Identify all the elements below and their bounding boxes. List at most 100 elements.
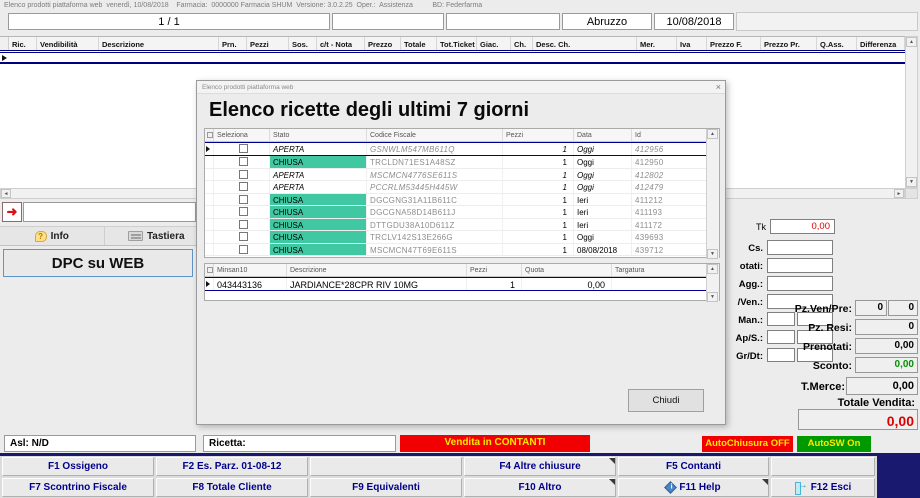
- scroll-left-icon[interactable]: ◄: [1, 189, 11, 198]
- column-header-giac-[interactable]: Giac.: [477, 37, 511, 50]
- prodotti-column-targatura[interactable]: Targatura: [612, 264, 708, 276]
- ricette-row[interactable]: CHIUSATRCLDN71ES1A48SZ1Oggi412950: [205, 156, 719, 169]
- column-header-c-t-nota[interactable]: c/t - Nota: [317, 37, 365, 50]
- column-header-descrizione[interactable]: Descrizione: [99, 37, 219, 50]
- prodotti-column-quota[interactable]: Quota: [522, 264, 612, 276]
- fkey-f11-help[interactable]: F11 Help: [618, 478, 769, 497]
- scroll-up-icon[interactable]: ▲: [707, 264, 718, 274]
- row-checkbox[interactable]: [239, 195, 248, 204]
- column-header-prezzo[interactable]: Prezzo: [365, 37, 401, 50]
- seleziona-cell[interactable]: [214, 181, 270, 193]
- row-checkbox[interactable]: [239, 220, 248, 229]
- ricette-column-stato[interactable]: Stato: [270, 129, 367, 141]
- seleziona-cell[interactable]: [214, 143, 270, 155]
- fkey-f12-esci[interactable]: F12 Esci: [771, 478, 875, 497]
- column-header-sos-[interactable]: Sos.: [289, 37, 317, 50]
- product-scan-input[interactable]: [23, 202, 196, 222]
- prodotti-column-pezzi[interactable]: Pezzi: [467, 264, 522, 276]
- prodotti-column-minsan10[interactable]: Minsan10: [214, 264, 287, 276]
- ricette-row[interactable]: CHIUSATRCLV142S13E266G1Oggi439693: [205, 231, 719, 244]
- column-header-q-ass-[interactable]: Q.Ass.: [817, 37, 857, 50]
- tk-field[interactable]: 0,00: [770, 219, 835, 234]
- agg-field[interactable]: [767, 276, 833, 291]
- column-header-tot-ticket[interactable]: Tot.Ticket: [437, 37, 477, 50]
- seleziona-cell[interactable]: [214, 206, 270, 218]
- fkey-f8-totale-cliente[interactable]: F8 Totale Cliente: [156, 478, 308, 497]
- ricette-row[interactable]: CHIUSADTTGDU38A10D611Z1Ieri411172: [205, 219, 719, 232]
- ricette-column-codice-fiscale[interactable]: Codice Fiscale: [367, 129, 503, 141]
- column-header-differenza[interactable]: Differenza: [857, 37, 905, 50]
- column-header-ch-[interactable]: Ch.: [511, 37, 533, 50]
- asl-field[interactable]: Asl: N/D: [4, 435, 196, 452]
- chiudi-button[interactable]: Chiudi: [628, 389, 704, 412]
- seleziona-cell[interactable]: [214, 194, 270, 206]
- id-cell: 412956: [632, 143, 708, 155]
- column-header-ric-[interactable]: Ric.: [9, 37, 37, 50]
- scroll-down-icon[interactable]: ▼: [707, 249, 718, 259]
- row-checkbox[interactable]: [239, 182, 248, 191]
- tab-tastiera[interactable]: Tastiera: [105, 227, 209, 245]
- row-checkbox[interactable]: [239, 232, 248, 241]
- prodotti-grid-scrollbar[interactable]: ▲ ▼: [706, 264, 719, 302]
- prodotti-column-descrizione[interactable]: Descrizione: [287, 264, 467, 276]
- fkey-f10-altro[interactable]: F10 Altro: [464, 478, 616, 497]
- ricette-column-data[interactable]: Data: [574, 129, 632, 141]
- seleziona-cell[interactable]: [214, 169, 270, 181]
- column-header-iva[interactable]: Iva: [677, 37, 707, 50]
- products-table-selected-row[interactable]: [0, 52, 905, 64]
- autosw-toggle[interactable]: AutoSW On: [797, 436, 871, 452]
- fkey-f1-ossigeno[interactable]: F1 Ossigeno: [2, 457, 154, 476]
- scroll-up-icon[interactable]: ▲: [707, 129, 718, 139]
- row-marker-cell: [205, 143, 214, 155]
- man-field-1[interactable]: [767, 312, 795, 326]
- tab-info[interactable]: ? Info: [0, 227, 105, 245]
- cs-field[interactable]: [767, 240, 833, 255]
- ricetta-field[interactable]: Ricetta:: [203, 435, 396, 452]
- row-checkbox[interactable]: [239, 157, 248, 166]
- scroll-right-icon[interactable]: ►: [894, 189, 904, 198]
- ricette-row[interactable]: APERTAGSNWLM547MB611Q1Oggi412956: [205, 142, 719, 156]
- prodotto-row[interactable]: 043443136JARDIANCE*28CPR RIV 10MG10,00: [205, 277, 719, 291]
- column-header-totale[interactable]: Totale: [401, 37, 437, 50]
- ricette-row[interactable]: CHIUSAMSCMCN47T69E611S108/08/2018439712: [205, 244, 719, 257]
- ricette-row[interactable]: CHIUSADGCGNG31A11B611C1Ieri411212: [205, 194, 719, 207]
- fkey-f7-scontrino-fiscale[interactable]: F7 Scontrino Fiscale: [2, 478, 154, 497]
- ricette-column-pezzi[interactable]: Pezzi: [503, 129, 574, 141]
- prenotati-field[interactable]: [767, 258, 833, 273]
- seleziona-cell[interactable]: [214, 231, 270, 243]
- fkey-f4-altre-chiusure[interactable]: F4 Altre chiusure: [464, 457, 616, 476]
- ricette-row[interactable]: APERTAPCCRLM53445H445W1Oggi412479: [205, 181, 719, 194]
- column-header-desc-ch-[interactable]: Desc. Ch.: [533, 37, 637, 50]
- fkey-f5-contanti[interactable]: F5 Contanti: [618, 457, 769, 476]
- autochiusura-toggle[interactable]: AutoChiusura OFF: [702, 436, 793, 452]
- scroll-down-icon[interactable]: ▼: [707, 292, 718, 302]
- column-header-vendibilit-[interactable]: Vendibilità: [37, 37, 99, 50]
- fkey-f9-equivalenti[interactable]: F9 Equivalenti: [310, 478, 462, 497]
- column-header-prezzo-pr-[interactable]: Prezzo Pr.: [761, 37, 817, 50]
- dpc-su-web-button[interactable]: DPC su WEB: [3, 249, 193, 277]
- scroll-up-icon[interactable]: ▲: [906, 37, 917, 47]
- descrizione-cell: JARDIANCE*28CPR RIV 10MG: [287, 278, 467, 290]
- column-header-prezzo-f-[interactable]: Prezzo F.: [707, 37, 761, 50]
- seleziona-cell[interactable]: [214, 156, 270, 168]
- seleziona-cell[interactable]: [214, 219, 270, 231]
- ricette-row[interactable]: CHIUSADGCGNA58D14B611J1Ieri411193: [205, 206, 719, 219]
- ricette-column-id[interactable]: Id: [632, 129, 708, 141]
- column-header-pezzi[interactable]: Pezzi: [247, 37, 289, 50]
- row-checkbox[interactable]: [239, 207, 248, 216]
- ricette-row[interactable]: APERTAMSCMCN4776SE611S1Oggi412802: [205, 169, 719, 182]
- grdt-field-1[interactable]: [767, 348, 795, 362]
- products-vscrollbar[interactable]: ▲ ▼: [905, 36, 918, 188]
- ricette-grid-scrollbar[interactable]: ▲ ▼: [706, 129, 719, 259]
- column-header-mer-[interactable]: Mer.: [637, 37, 677, 50]
- aps-field-1[interactable]: [767, 330, 795, 344]
- row-checkbox[interactable]: [239, 170, 248, 179]
- ricette-column-seleziona[interactable]: Seleziona: [214, 129, 270, 141]
- scroll-down-icon[interactable]: ▼: [906, 177, 917, 187]
- row-checkbox[interactable]: [239, 245, 248, 254]
- seleziona-cell[interactable]: [214, 244, 270, 256]
- fkey-f2-es-parz-01-08-12[interactable]: F2 Es. Parz. 01-08-12: [156, 457, 308, 476]
- close-icon[interactable]: ×: [716, 82, 721, 92]
- row-checkbox[interactable]: [239, 144, 248, 153]
- column-header-prn-[interactable]: Prn.: [219, 37, 247, 50]
